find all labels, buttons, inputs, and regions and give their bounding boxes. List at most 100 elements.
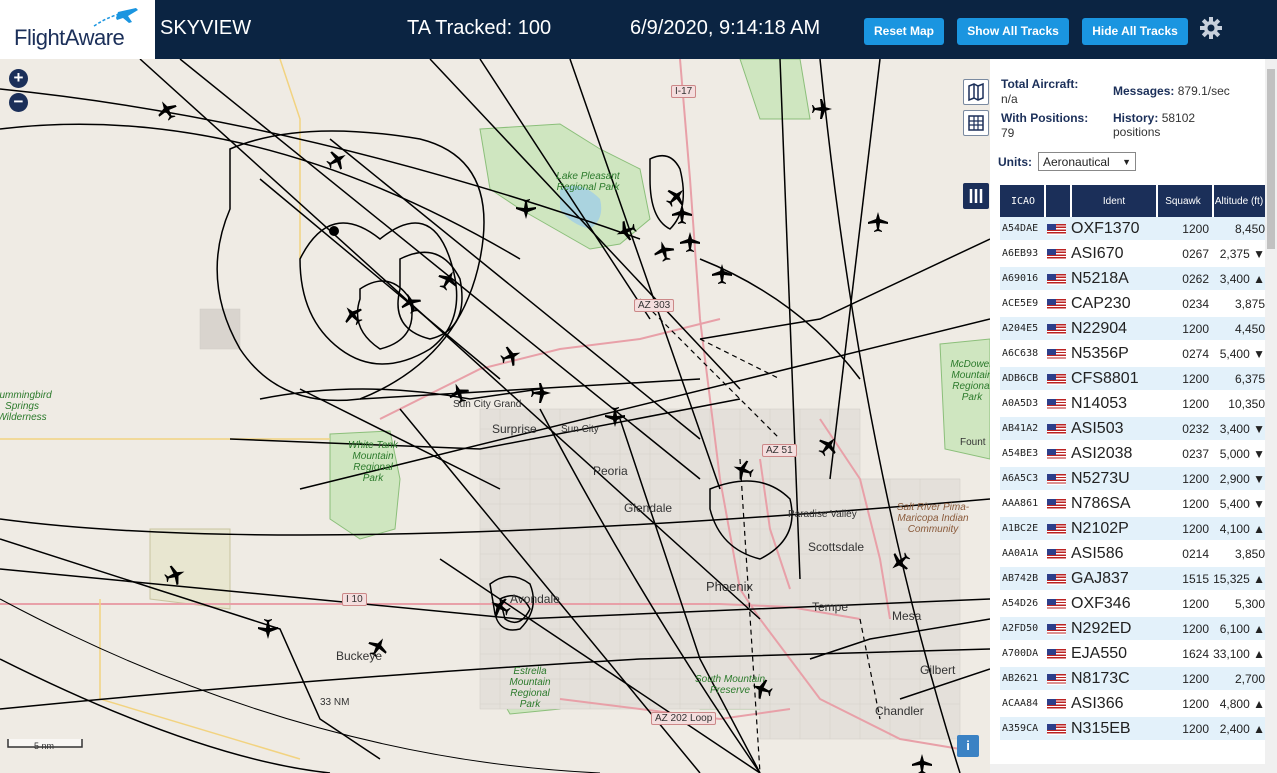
flag-cell: [1045, 416, 1071, 442]
panel-horizontal-scrollbar[interactable]: [990, 764, 1277, 773]
city-label-sun-city: Sun City: [561, 424, 599, 435]
ident-cell: OXF346: [1071, 591, 1157, 617]
us-flag-icon: [1047, 523, 1066, 535]
units-select[interactable]: Aeronautical ▼: [1038, 152, 1136, 171]
table-row[interactable]: A6A5C3 N5273U 1200 2,900 ▼: [1000, 466, 1269, 492]
us-flag-icon: [1047, 323, 1066, 335]
table-row[interactable]: ADB6CB CFS8801 1200 6,375: [1000, 366, 1269, 392]
squawk-cell: 1200: [1157, 466, 1213, 492]
us-flag-icon: [1047, 673, 1066, 685]
logo[interactable]: FlightAware: [0, 0, 155, 59]
table-row[interactable]: A54D26 OXF346 1200 5,300: [1000, 591, 1269, 617]
total-aircraft-value: n/a: [1001, 92, 1018, 106]
hide-all-tracks-button[interactable]: Hide All Tracks: [1082, 18, 1188, 45]
with-positions-value: 79: [1001, 126, 1015, 140]
altitude-cell: 33,100 ▲: [1213, 641, 1269, 667]
table-row[interactable]: A1BC2E N2102P 1200 4,100 ▲: [1000, 516, 1269, 542]
table-row[interactable]: A6EB93 ASI670 0267 2,375 ▼: [1000, 241, 1269, 267]
us-flag-icon: [1047, 373, 1066, 385]
table-row[interactable]: AAA861 N786SA 1200 5,400 ▼: [1000, 491, 1269, 517]
scrollbar-thumb[interactable]: [1267, 69, 1275, 249]
us-flag-icon: [1047, 623, 1066, 635]
zoom-out-button[interactable]: −: [9, 93, 28, 112]
table-row[interactable]: AA0A1A ASI586 0214 3,850: [1000, 541, 1269, 567]
table-row[interactable]: A700DA EJA550 1624 33,100 ▲: [1000, 641, 1269, 667]
altitude-cell: 3,400 ▲: [1213, 266, 1269, 292]
scale-label: 5 nm: [34, 741, 55, 751]
gear-icon[interactable]: [1198, 15, 1224, 41]
city-label-sun-city-grand: Sun City Grand: [453, 399, 522, 410]
ident-cell: OXF1370: [1071, 217, 1157, 242]
table-row[interactable]: A54DAE OXF1370 1200 8,450: [1000, 217, 1269, 242]
map-view[interactable]: I-17 AZ 303 AZ 51 I 10 AZ 202 Loop Surpr…: [0, 59, 990, 773]
road-label-i17: I-17: [671, 85, 697, 98]
park-label-lake-pleasant: Lake Pleasant Regional Park: [556, 171, 620, 193]
aircraft-panel: Total Aircraft: n/a With Positions: 79 M…: [990, 59, 1277, 773]
map-layers-button[interactable]: [963, 79, 989, 105]
units-selected-value: Aeronautical: [1043, 155, 1110, 169]
flag-cell: [1045, 341, 1071, 367]
station-marker: [329, 226, 339, 236]
col-header-icao[interactable]: ICAO: [1000, 185, 1046, 217]
flag-cell: [1045, 716, 1071, 742]
table-row[interactable]: A54BE3 ASI2038 0237 5,000 ▼: [1000, 441, 1269, 467]
road-label-az303: AZ 303: [634, 299, 675, 312]
col-header-altitude[interactable]: Altitude (ft): [1213, 185, 1270, 217]
table-row[interactable]: A6C638 N5356P 0274 5,400 ▼: [1000, 341, 1269, 367]
ident-cell: ASI2038: [1071, 441, 1157, 467]
ident-cell: EJA550: [1071, 641, 1157, 667]
road-label-az202: AZ 202 Loop: [651, 712, 717, 725]
info-button[interactable]: i: [957, 735, 979, 757]
col-header-flag[interactable]: [1045, 185, 1072, 217]
us-flag-icon: [1047, 398, 1066, 410]
squawk-cell: 1200: [1157, 217, 1213, 242]
city-label-avondale: Avondale: [510, 592, 560, 606]
altitude-cell: 3,875: [1213, 291, 1269, 317]
altitude-cell: 5,300: [1213, 591, 1269, 617]
altitude-cell: 10,350: [1213, 391, 1269, 417]
city-label-tempe: Tempe: [812, 600, 849, 614]
flag-cell: [1045, 291, 1071, 317]
toggle-sidebar-button[interactable]: [963, 183, 989, 209]
flag-cell: [1045, 591, 1071, 617]
zoom-in-button[interactable]: +: [9, 69, 28, 88]
col-header-squawk[interactable]: Squawk: [1157, 185, 1214, 217]
squawk-cell: 0274: [1157, 341, 1213, 367]
ident-cell: N315EB: [1071, 716, 1157, 742]
show-all-tracks-button[interactable]: Show All Tracks: [957, 18, 1069, 45]
squawk-cell: 1515: [1157, 566, 1213, 592]
table-row[interactable]: A359CA N315EB 1200 2,400 ▲: [1000, 716, 1269, 742]
icao-cell: AB41A2: [1000, 416, 1045, 442]
table-row[interactable]: AB41A2 ASI503 0232 3,400 ▼: [1000, 416, 1269, 442]
table-row[interactable]: A69016 N5218A 0262 3,400 ▲: [1000, 266, 1269, 292]
altitude-cell: 2,700: [1213, 666, 1269, 692]
flag-cell: [1045, 516, 1071, 542]
map-canvas[interactable]: [0, 59, 990, 773]
panel-vertical-scrollbar[interactable]: [1265, 59, 1277, 764]
table-row[interactable]: A0A5D3 N14053 1200 10,350: [1000, 391, 1269, 417]
squawk-cell: 1200: [1157, 516, 1213, 542]
table-row[interactable]: A204E5 N22904 1200 4,450: [1000, 316, 1269, 342]
us-flag-icon: [1047, 273, 1066, 285]
table-row[interactable]: AB742B GAJ837 1515 15,325 ▲: [1000, 566, 1269, 592]
table-row[interactable]: ACAA84 ASI366 1200 4,800 ▲: [1000, 691, 1269, 717]
ident-cell: ASI670: [1071, 241, 1157, 267]
flag-cell: [1045, 391, 1071, 417]
table-row[interactable]: ACE5E9 CAP230 0234 3,875: [1000, 291, 1269, 317]
squawk-cell: 1200: [1157, 391, 1213, 417]
table-row[interactable]: A2FD50 N292ED 1200 6,100 ▲: [1000, 616, 1269, 642]
chevron-down-icon: ▼: [1122, 157, 1131, 167]
table-row[interactable]: AB2621 N8173C 1200 2,700: [1000, 666, 1269, 692]
city-label-gilbert: Gilbert: [920, 663, 956, 677]
total-aircraft-label: Total Aircraft:: [1001, 77, 1079, 91]
ident-cell: ASI586: [1071, 541, 1157, 567]
squawk-cell: 1200: [1157, 666, 1213, 692]
flag-cell: [1045, 316, 1071, 342]
aircraft-table-body: A54DAE OXF1370 1200 8,450 A6EB93 ASI670 0267 2,…: [1000, 217, 1269, 742]
range-rings-button[interactable]: [963, 110, 989, 136]
col-header-ident[interactable]: Ident: [1071, 185, 1158, 217]
reset-map-button[interactable]: Reset Map: [864, 18, 944, 45]
altitude-cell: 5,400 ▼: [1213, 341, 1269, 367]
with-positions-label: With Positions:: [1001, 111, 1089, 125]
altitude-cell: 2,375 ▼: [1213, 241, 1269, 267]
